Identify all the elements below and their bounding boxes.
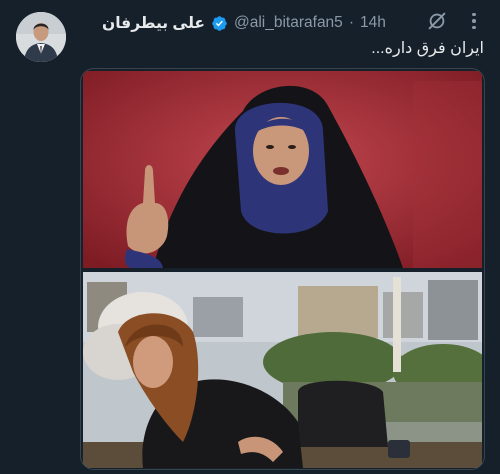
- media-frame-presenter-ducking[interactable]: [83, 272, 482, 468]
- presenter-image: [83, 272, 482, 468]
- verified-badge-icon: [211, 15, 228, 32]
- more-dot: [472, 19, 476, 23]
- tweet-text: ایران فرق داره...: [371, 40, 484, 57]
- tweet-media[interactable]: [80, 68, 485, 470]
- avatar[interactable]: [16, 12, 66, 62]
- tweet[interactable]: علی بیطرفان @ali_bitarafan5 · 14h ایران …: [0, 0, 500, 474]
- anchor-image: [83, 71, 482, 268]
- media-frame-anchor-in-studio[interactable]: [83, 71, 482, 268]
- author-display-name[interactable]: علی بیطرفان: [102, 14, 205, 33]
- tweet-timestamp[interactable]: 14h: [360, 14, 386, 32]
- tweet-header: علی بیطرفان @ali_bitarafan5 · 14h: [102, 12, 386, 34]
- more-dot: [472, 25, 476, 30]
- author-handle[interactable]: @ali_bitarafan5: [234, 14, 343, 32]
- avatar-image: [16, 12, 66, 62]
- grok-icon[interactable]: [426, 10, 448, 32]
- more-icon[interactable]: [464, 10, 484, 32]
- header-separator: ·: [348, 14, 354, 31]
- more-dot: [472, 12, 476, 17]
